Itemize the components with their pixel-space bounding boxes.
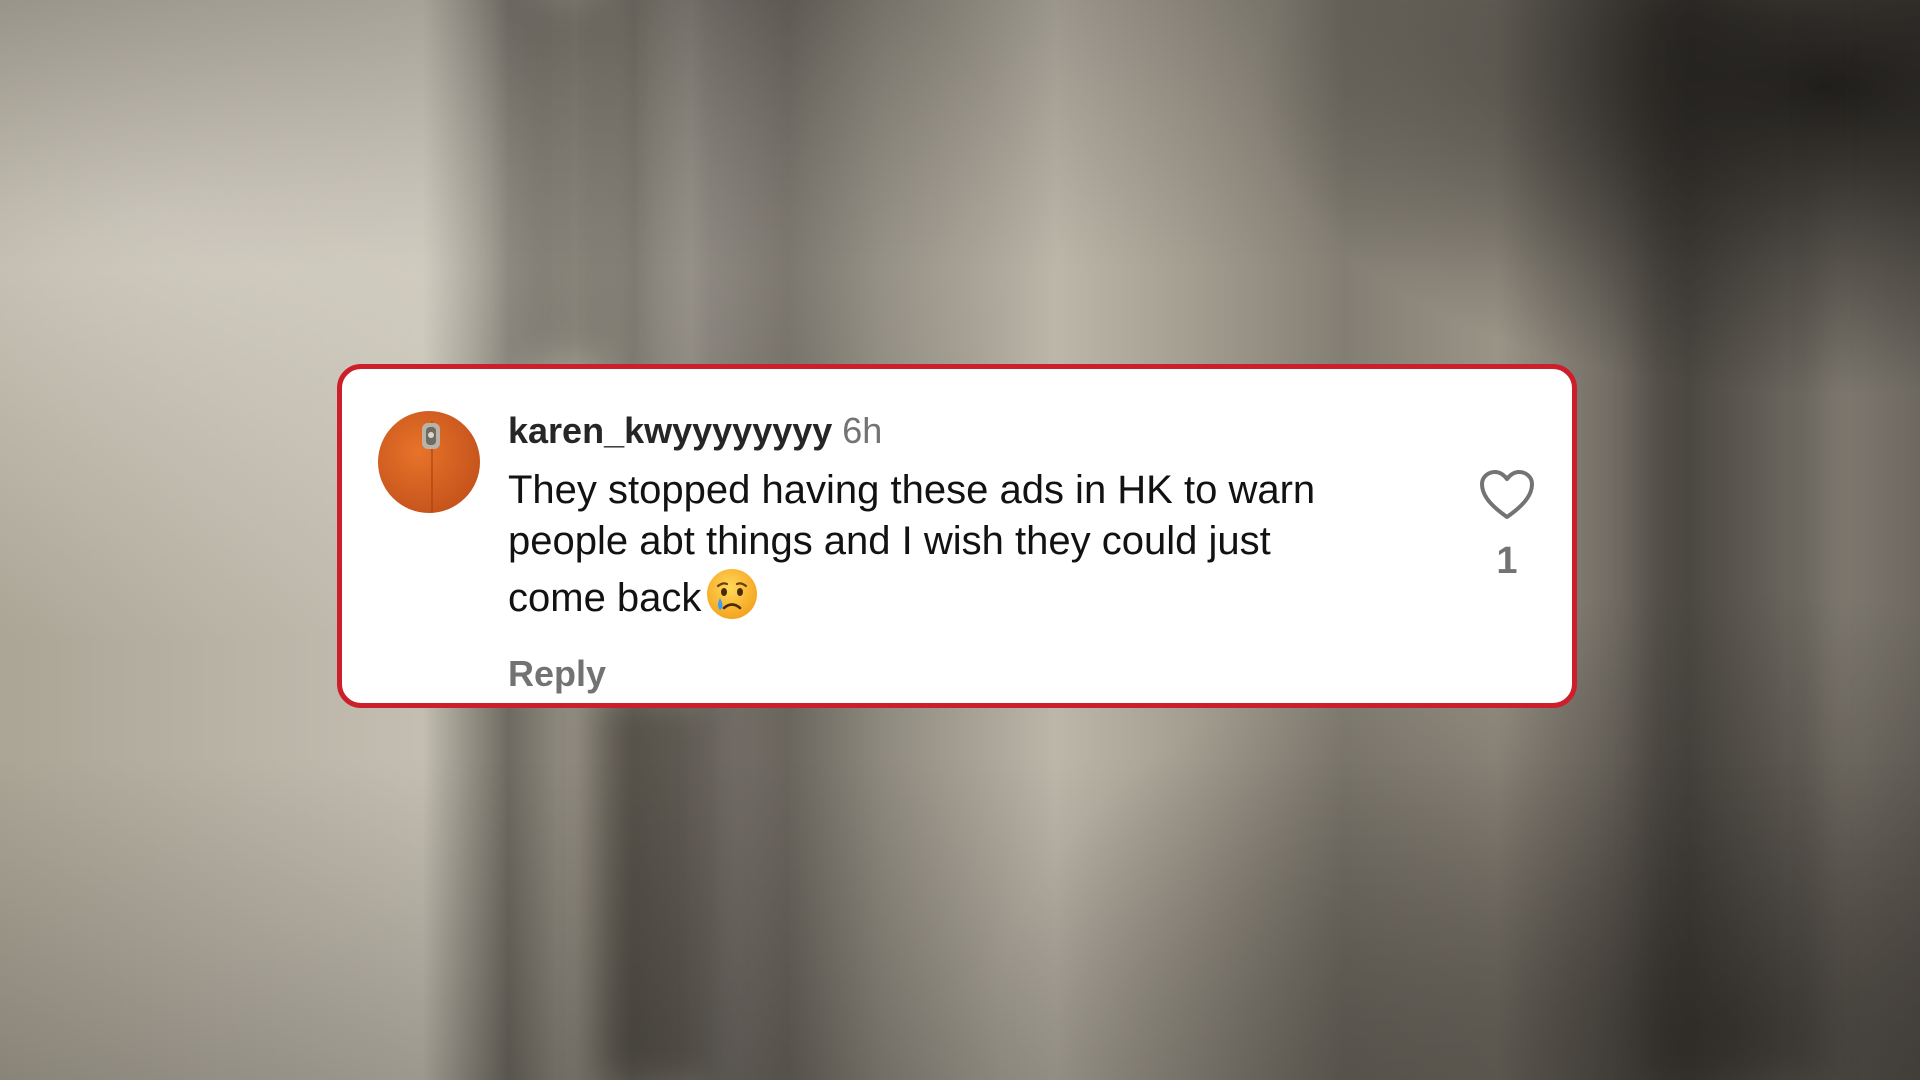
comment-body: karen_kwyyyyyyyy 6h They stopped having t… xyxy=(508,409,1348,696)
like-area: 1 xyxy=(1467,469,1547,583)
crying-face-icon xyxy=(705,567,759,634)
background-dark-streak xyxy=(520,0,610,360)
avatar-image xyxy=(378,411,480,513)
comment-header: karen_kwyyyyyyyy 6h xyxy=(508,409,1348,453)
background-dark-streak xyxy=(1640,0,1820,1080)
like-count: 1 xyxy=(1496,540,1518,582)
avatar[interactable] xyxy=(378,411,480,513)
reply-button[interactable]: Reply xyxy=(508,652,606,696)
heart-icon[interactable] xyxy=(1479,469,1535,521)
comment-card: karen_kwyyyyyyyy 6h They stopped having t… xyxy=(337,364,1577,708)
comment-text-content: They stopped having these ads in HK to w… xyxy=(508,468,1316,620)
background-dark-streak xyxy=(600,700,710,1080)
comment-text: They stopped having these ads in HK to w… xyxy=(508,465,1348,634)
username-link[interactable]: karen_kwyyyyyyyy xyxy=(508,410,832,451)
comment-timestamp: 6h xyxy=(842,410,883,451)
